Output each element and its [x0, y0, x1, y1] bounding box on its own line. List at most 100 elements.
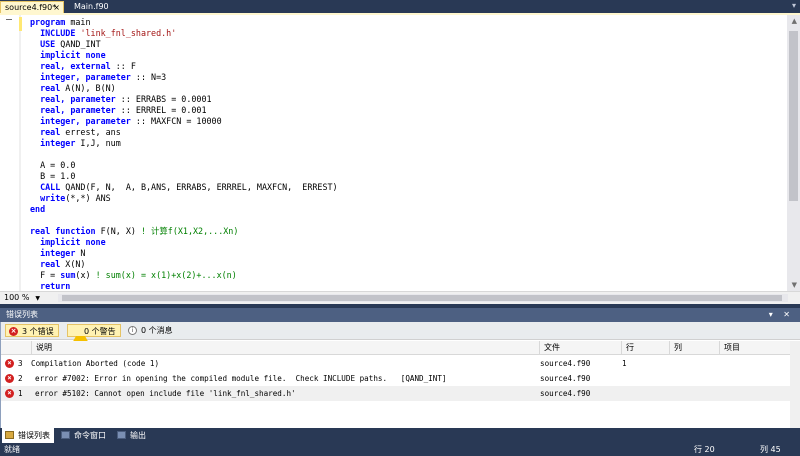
code-editor[interactable]: program main INCLUDE 'link_fnl_shared.h'… [0, 15, 800, 291]
code-token: B = 1.0 [30, 171, 76, 181]
code-line[interactable]: program main [30, 17, 338, 28]
code-line[interactable]: USE QAND_INT [30, 39, 338, 50]
code-text[interactable]: program main INCLUDE 'link_fnl_shared.h'… [30, 17, 338, 291]
error-list-panel: × 3 个错误 0 个警告 i 0 个消息 说明 文件 行 列 项目 × 3 C… [0, 322, 800, 428]
horizontal-scroll-thumb[interactable] [62, 295, 782, 301]
code-line[interactable]: F = sum(x) ! sum(x) = x(1)+x(2)+...x(n) [30, 270, 338, 281]
header-project[interactable]: 项目 [719, 341, 791, 354]
code-line[interactable]: integer I,J, num [30, 138, 338, 149]
info-icon: i [128, 326, 137, 335]
tab-main[interactable]: Main.f90 [70, 1, 113, 13]
tab-overflow-icon[interactable]: ▾ [792, 1, 796, 10]
vertical-scroll-thumb[interactable] [789, 31, 798, 201]
code-line[interactable]: return [30, 281, 338, 291]
tab-command-window[interactable]: 命令窗口 [58, 428, 106, 443]
tab-main-label: Main.f90 [74, 2, 109, 11]
code-line[interactable]: integer, parameter :: N=3 [30, 72, 338, 83]
code-token: I,J, num [75, 138, 121, 148]
scroll-up-icon[interactable]: ▲ [792, 17, 797, 25]
vertical-scrollbar[interactable]: ▲ ▼ [787, 15, 800, 291]
command-window-icon [61, 431, 70, 439]
chevron-down-icon: ▼ [35, 295, 41, 302]
code-token: (*,*) ANS [65, 193, 111, 203]
code-token: integer [40, 248, 76, 258]
error-list-header: 说明 文件 行 列 项目 [1, 341, 800, 355]
code-line[interactable]: real, parameter :: ERRREL = 0.001 [30, 105, 338, 116]
warnings-filter-button[interactable]: 0 个警告 [67, 324, 121, 345]
code-line[interactable] [30, 149, 338, 160]
code-line[interactable]: real A(N), B(N) [30, 83, 338, 94]
code-token: (x) [75, 270, 96, 280]
code-token: real [40, 83, 61, 93]
code-line[interactable]: INCLUDE 'link_fnl_shared.h' [30, 28, 338, 39]
code-line[interactable]: write(*,*) ANS [30, 193, 338, 204]
panel-controls-icon[interactable]: ▾ ✕ [769, 308, 794, 322]
error-icon: × [5, 359, 14, 368]
collapse-icon[interactable] [6, 19, 12, 20]
messages-filter-button[interactable]: i 0 个消息 [125, 324, 177, 337]
code-token: :: ERRREL = 0.001 [115, 105, 207, 115]
document-tab-strip: source4.f90* × Main.f90 ▾ [0, 0, 800, 13]
code-line[interactable]: implicit none [30, 237, 338, 248]
tab-error-list[interactable]: 错误列表 [2, 428, 54, 443]
code-token: N [75, 248, 86, 258]
header-index[interactable] [1, 341, 31, 354]
code-line[interactable]: end [30, 204, 338, 215]
header-column[interactable]: 列 [669, 341, 719, 354]
code-token: main [65, 17, 91, 27]
code-line[interactable]: real function F(N, X) ! 计算f(X1,X2,...Xn) [30, 226, 338, 237]
header-file[interactable]: 文件 [539, 341, 621, 354]
header-line[interactable]: 行 [621, 341, 669, 354]
code-line[interactable]: real X(N) [30, 259, 338, 270]
code-token: CALL [40, 182, 61, 192]
error-list-scrollbar[interactable] [790, 341, 800, 428]
error-row-number: 3 [18, 359, 23, 368]
code-token: real, external [40, 61, 111, 71]
zoom-dropdown[interactable]: 100 % ▼ [4, 293, 40, 302]
code-line[interactable]: real errest, ans [30, 127, 338, 138]
scroll-down-icon[interactable]: ▼ [792, 281, 797, 289]
code-token: end [30, 204, 46, 214]
error-row[interactable]: × 1 error #5102: Cannot open include fil… [1, 386, 800, 401]
status-bar: 就绪 行 20 列 45 [0, 443, 800, 456]
code-line[interactable]: B = 1.0 [30, 171, 338, 182]
code-line[interactable]: integer, parameter :: MAXFCN = 10000 [30, 116, 338, 127]
code-token: F(N, X) [95, 226, 141, 236]
code-line[interactable]: integer N [30, 248, 338, 259]
code-line[interactable]: CALL QAND(F, N, A, B,ANS, ERRABS, ERRREL… [30, 182, 338, 193]
code-line[interactable]: real, external :: F [30, 61, 338, 72]
errors-filter-button[interactable]: × 3 个错误 [5, 324, 59, 337]
error-row-number: 1 [18, 389, 23, 398]
code-line[interactable]: real, parameter :: ERRABS = 0.0001 [30, 94, 338, 105]
error-list-titlebar: 错误列表 ▾ ✕ [0, 308, 800, 322]
tab-source4[interactable]: source4.f90* × [0, 1, 64, 13]
code-token: real, parameter [40, 105, 116, 115]
code-token: A(N), B(N) [60, 83, 116, 93]
code-line[interactable] [30, 215, 338, 226]
code-token: :: N=3 [130, 72, 167, 82]
code-token: real, parameter [40, 94, 116, 104]
code-line[interactable]: implicit none [30, 50, 338, 61]
change-marker [19, 17, 22, 31]
error-row[interactable]: × 3 Compilation Aborted (code 1) source4… [1, 356, 800, 371]
horizontal-scrollbar[interactable] [58, 294, 788, 302]
error-filter-bar: × 3 个错误 0 个警告 i 0 个消息 [1, 322, 800, 345]
error-row[interactable]: × 2 error #7002: Error in opening the co… [1, 371, 800, 386]
code-token: integer [40, 138, 76, 148]
error-list-icon [5, 431, 14, 439]
tab-output[interactable]: 输出 [114, 428, 146, 443]
editor-footer: 100 % ▼ [0, 291, 800, 304]
code-line[interactable]: A = 0.0 [30, 160, 338, 171]
code-token: ! 计算f(X1,X2,...Xn) [140, 226, 239, 236]
tab-output-label: 输出 [130, 431, 146, 440]
code-token: QAND(F, N, A, B,ANS, ERRABS, ERRREL, MAX… [60, 182, 338, 192]
header-description[interactable]: 说明 [31, 341, 539, 354]
code-token: program [30, 17, 66, 27]
